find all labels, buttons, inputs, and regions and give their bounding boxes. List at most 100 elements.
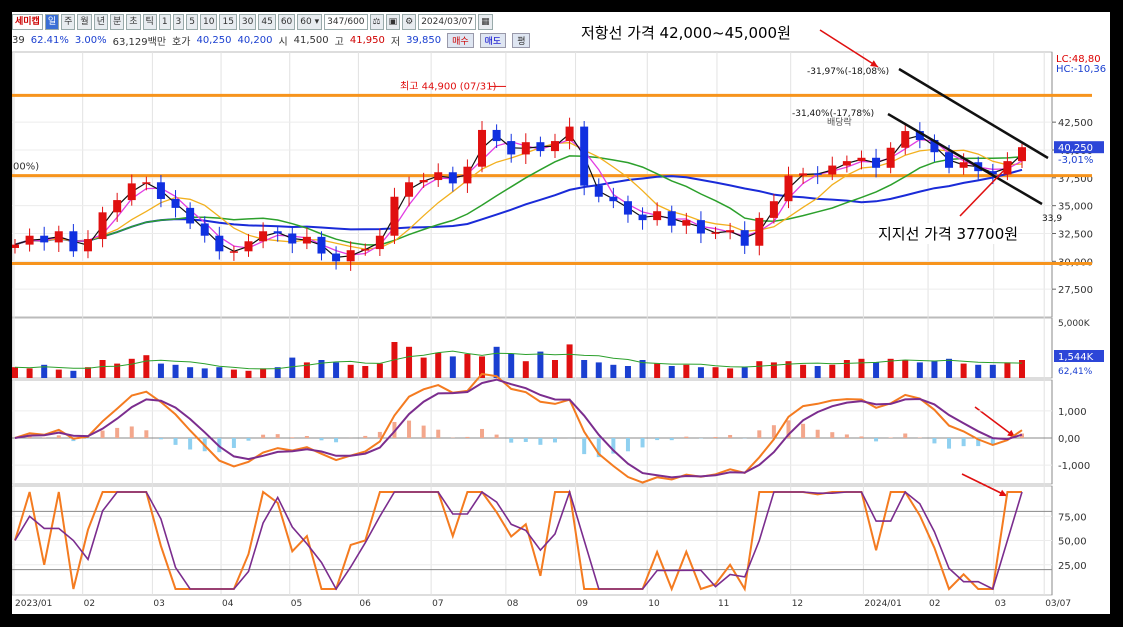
candle-body — [346, 250, 355, 262]
candle-body — [857, 157, 866, 162]
macd-histogram-bar — [173, 438, 178, 445]
volume-bar — [843, 360, 850, 378]
candle-body — [638, 214, 647, 221]
volume-bar — [683, 364, 690, 378]
candle-body — [740, 230, 749, 246]
candle-body — [390, 196, 399, 236]
volume-bar — [157, 363, 164, 378]
pane-1-frame — [12, 51, 1053, 318]
y-tick-label: 27,500 — [1058, 285, 1093, 296]
candle-body — [273, 231, 282, 234]
candle-body — [127, 183, 136, 201]
volume-tick-label: 5,000K — [1058, 319, 1091, 329]
macd-histogram-bar — [874, 438, 879, 442]
candle-body — [492, 129, 501, 142]
candle-body — [463, 166, 472, 184]
volume-bar — [449, 356, 456, 378]
volume-bar — [712, 367, 719, 378]
volume-bar — [668, 366, 675, 378]
candle-body — [302, 236, 311, 244]
candle-body — [784, 175, 793, 202]
macd-histogram-bar — [815, 429, 820, 438]
candle-body — [142, 182, 151, 184]
x-tick-label: 02 — [84, 599, 95, 609]
macd-histogram-bar — [669, 438, 674, 441]
volume-bar — [172, 364, 179, 378]
candle-body — [244, 241, 253, 252]
macd-histogram-bar — [859, 436, 864, 438]
macd-tick-label: 0,00 — [1058, 434, 1080, 445]
stoch-tick-label: 25,00 — [1058, 561, 1087, 572]
last-price-label: 40,250 — [1058, 143, 1093, 154]
candle-body — [54, 231, 63, 243]
high-note: 최고 44,900 (07/31) — [400, 80, 496, 92]
macd-histogram-bar — [407, 420, 412, 438]
candle-body — [565, 126, 574, 142]
volume-bar — [260, 368, 267, 378]
volume-bar — [216, 367, 223, 378]
macd-histogram-bar — [290, 437, 295, 438]
stoch-tick-label: 50,00 — [1058, 537, 1087, 548]
macd-tick-label: 1,000 — [1058, 407, 1087, 418]
candle-body — [434, 172, 443, 181]
volume-bar — [756, 361, 763, 378]
macd-histogram-bar — [655, 438, 660, 441]
candle-body — [726, 230, 735, 233]
candle-body — [813, 173, 822, 175]
x-tick-label: 03 — [153, 599, 164, 609]
macd-histogram-bar — [728, 434, 733, 438]
candle-body — [842, 161, 851, 166]
macd-histogram-bar — [903, 433, 908, 438]
volume-bar — [376, 363, 383, 378]
macd-histogram-bar — [129, 426, 134, 438]
chart-window: 세미캡 일 주 월 년 분 초 틱 1 3 5 10 15 30 45 60 6… — [12, 12, 1110, 614]
x-tick-label: 06 — [359, 599, 371, 609]
stock-chart: 2023/01 02 03 04 05 06 07 08 09 10 11 12 2024/01 02 03… — [12, 29, 1106, 609]
volume-bar — [697, 367, 704, 378]
x-tick-label: 08 — [507, 599, 519, 609]
macd-histogram-bar — [231, 438, 236, 448]
candle-body — [886, 147, 895, 168]
volume-bar — [99, 360, 106, 378]
volume-bar — [537, 351, 544, 378]
candle-body — [200, 223, 209, 236]
macd-histogram-bar — [480, 428, 485, 438]
candle-body — [799, 173, 808, 176]
volume-bar — [12, 367, 18, 378]
x-tick-label: 05 — [291, 599, 302, 609]
volume-bar — [727, 368, 734, 378]
left-edge-label: 00%) — [13, 161, 39, 172]
volume-bar — [858, 358, 865, 378]
candle-body — [609, 196, 618, 202]
macd-histogram-bar — [465, 436, 470, 438]
macd-histogram-bar — [319, 438, 324, 441]
volume-bar — [435, 352, 442, 378]
volume-bar — [931, 361, 938, 378]
candle-body — [945, 152, 954, 168]
volume-bar — [493, 346, 500, 378]
volume-bar — [230, 369, 237, 378]
volume-bar — [1004, 362, 1011, 378]
candle-body — [769, 201, 778, 218]
candle-body — [361, 249, 370, 251]
candle-body — [828, 165, 837, 175]
volume-bar — [333, 362, 340, 378]
macd-histogram-bar — [246, 438, 251, 441]
volume-bar — [829, 364, 836, 378]
volume-bar — [508, 354, 515, 378]
macd-histogram-bar — [625, 438, 630, 452]
volume-bar — [362, 366, 369, 378]
volume-bar — [522, 361, 529, 378]
macd-histogram-bar — [494, 434, 499, 438]
candle-body — [507, 141, 516, 155]
candle-body — [40, 235, 49, 243]
resistance-annotation: 저항선 가격 42,000~45,000원 — [581, 22, 791, 43]
candle-body — [375, 235, 384, 250]
candle-body — [215, 235, 224, 252]
volume-bar — [84, 367, 91, 378]
macd-histogram-bar — [158, 438, 163, 440]
candle-body — [317, 236, 326, 254]
macd-histogram-bar — [684, 436, 689, 438]
volume-bar — [975, 364, 982, 378]
candle-body — [405, 182, 414, 197]
